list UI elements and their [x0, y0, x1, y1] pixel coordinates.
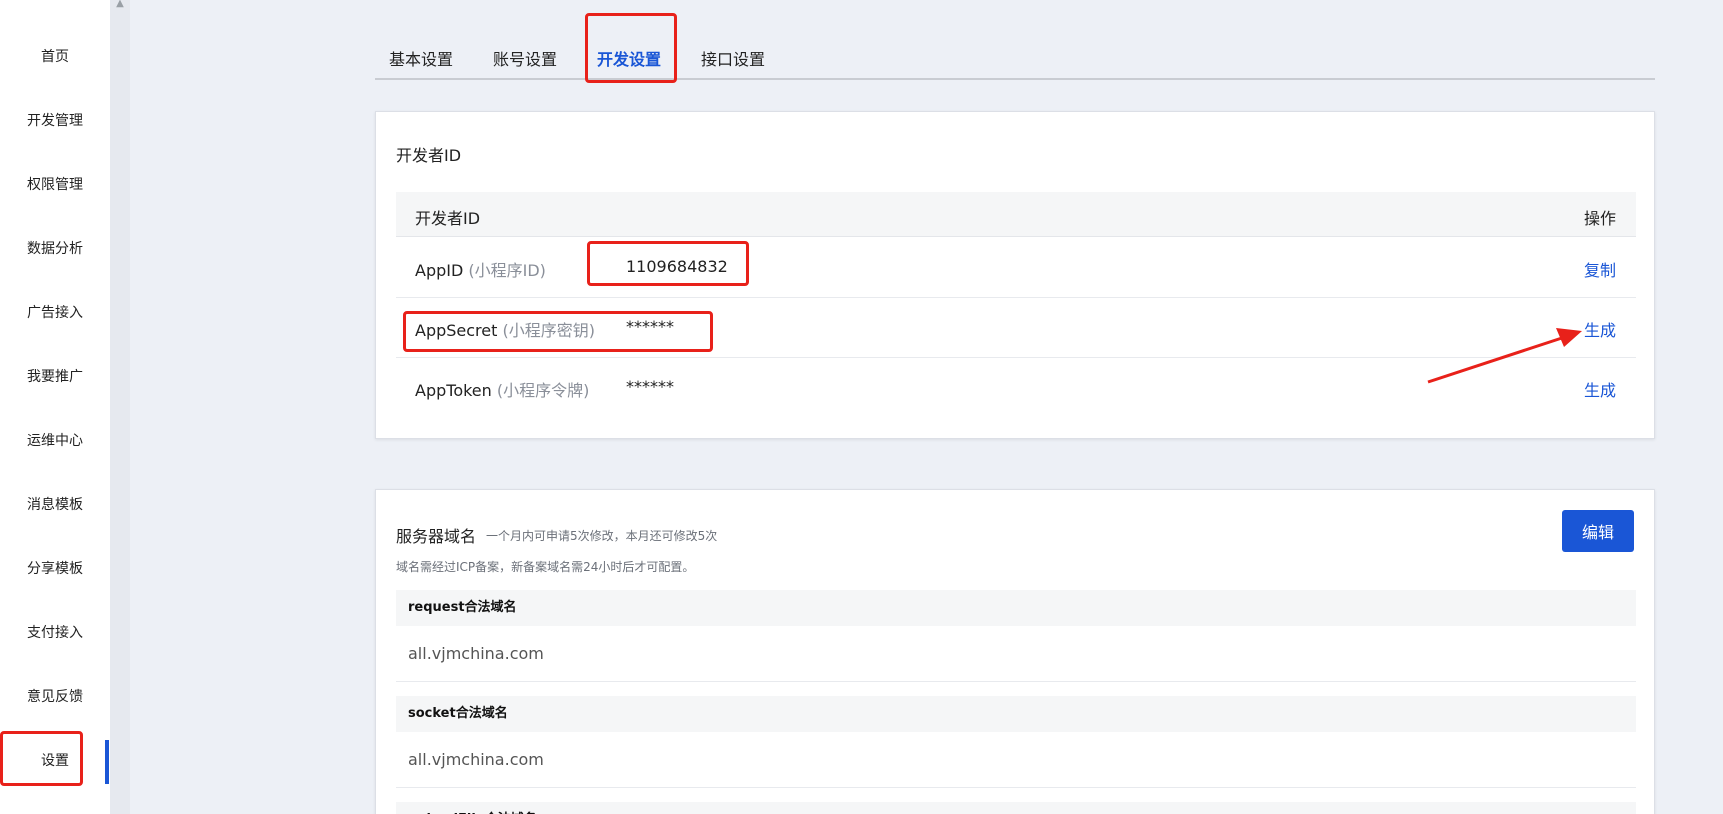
sidebar-item-label: 权限管理: [27, 177, 83, 193]
settings-tabs: 基本设置 账号设置 开发设置 接口设置: [375, 0, 1655, 80]
sidebar-item-label: 开发管理: [27, 113, 83, 129]
appsecret-hint: (小程序密钥): [502, 321, 596, 340]
sidebar-item-ops-center[interactable]: 运维中心: [0, 420, 110, 460]
request-domain-label: request合法域名: [396, 590, 1636, 626]
sidebar-item-label: 首页: [41, 49, 69, 65]
apptoken-name: AppToken: [415, 381, 492, 400]
sidebar-scrollbar[interactable]: ▲: [110, 0, 130, 814]
socket-domain-value: all.vjmchina.com: [396, 732, 1636, 788]
generate-apptoken-link[interactable]: 生成: [1584, 377, 1616, 401]
table-row-appid: AppID (小程序ID) 1109684832 复制: [396, 238, 1636, 298]
copy-appid-link[interactable]: 复制: [1584, 257, 1616, 281]
server-domain-subtitle: 一个月内可申请5次修改，本月还可修改5次: [486, 529, 718, 543]
appsecret-name: AppSecret: [415, 321, 498, 340]
sidebar-item-permissions[interactable]: 权限管理: [0, 164, 110, 204]
table-row-appsecret: AppSecret (小程序密钥) ****** 生成: [396, 298, 1636, 358]
server-domain-title: 服务器域名: [396, 527, 477, 546]
appid-name: AppID: [415, 261, 464, 280]
tab-api-settings[interactable]: 接口设置: [701, 46, 765, 70]
tab-account-settings[interactable]: 账号设置: [493, 46, 557, 70]
appid-value: 1109684832: [626, 257, 728, 276]
apptoken-label: AppToken (小程序令牌): [415, 377, 589, 401]
sidebar-item-payment[interactable]: 支付接入: [0, 612, 110, 652]
column-header-name: 开发者ID: [415, 209, 481, 228]
server-domain-card: 服务器域名 一个月内可申请5次修改，本月还可修改5次 域名需经过ICP备案，新备…: [375, 489, 1655, 814]
appid-hint: (小程序ID): [468, 261, 546, 280]
developer-id-table-header: 开发者ID 操作: [396, 192, 1636, 237]
table-row-apptoken: AppToken (小程序令牌) ****** 生成: [396, 358, 1636, 418]
sidebar-item-message-templates[interactable]: 消息模板: [0, 484, 110, 524]
server-domain-note: 域名需经过ICP备案，新备案域名需24小时后才可配置。: [396, 560, 695, 574]
tab-basic-settings[interactable]: 基本设置: [389, 46, 453, 70]
sidebar-item-label: 我要推广: [27, 369, 83, 385]
appid-label: AppID (小程序ID): [415, 257, 546, 281]
scroll-up-icon[interactable]: ▲: [110, 0, 130, 10]
sidebar-item-label: 意见反馈: [27, 689, 83, 705]
sidebar-item-share-templates[interactable]: 分享模板: [0, 548, 110, 588]
sidebar-item-feedback[interactable]: 意见反馈: [0, 676, 110, 716]
sidebar-item-home[interactable]: 首页: [0, 36, 110, 76]
sidebar-active-indicator: [105, 740, 109, 784]
sidebar-item-analytics[interactable]: 数据分析: [0, 228, 110, 268]
request-domain-value: all.vjmchina.com: [396, 626, 1636, 682]
developer-id-card: 开发者ID 开发者ID 操作 AppID (小程序ID) 1109684832 …: [375, 111, 1655, 439]
uploadfile-domain-label: uploadFile合法域名: [396, 802, 1636, 814]
sidebar-item-label: 数据分析: [27, 241, 83, 257]
apptoken-hint: (小程序令牌): [496, 381, 590, 400]
sidebar-item-label: 设置: [41, 753, 69, 769]
sidebar: 首页 开发管理 权限管理 数据分析 广告接入 我要推广 运维中心 消息模板 分享…: [0, 0, 110, 814]
apptoken-value: ******: [626, 377, 674, 396]
appsecret-value: ******: [626, 317, 674, 336]
sidebar-item-dev-management[interactable]: 开发管理: [0, 100, 110, 140]
sidebar-item-label: 运维中心: [27, 433, 83, 449]
column-header-action: 操作: [1583, 209, 1616, 228]
developer-id-title: 开发者ID: [396, 146, 462, 165]
generate-appsecret-link[interactable]: 生成: [1584, 317, 1616, 341]
tab-dev-settings[interactable]: 开发设置: [597, 46, 661, 70]
sidebar-item-ads[interactable]: 广告接入: [0, 292, 110, 332]
sidebar-item-label: 支付接入: [27, 625, 83, 641]
sidebar-item-settings[interactable]: 设置: [0, 740, 110, 780]
sidebar-item-label: 广告接入: [27, 305, 83, 321]
socket-domain-label: socket合法域名: [396, 696, 1636, 732]
sidebar-item-label: 分享模板: [27, 561, 83, 577]
sidebar-item-label: 消息模板: [27, 497, 83, 513]
appsecret-label: AppSecret (小程序密钥): [415, 317, 595, 341]
edit-button[interactable]: 编辑: [1562, 510, 1634, 552]
sidebar-item-promotion[interactable]: 我要推广: [0, 356, 110, 396]
